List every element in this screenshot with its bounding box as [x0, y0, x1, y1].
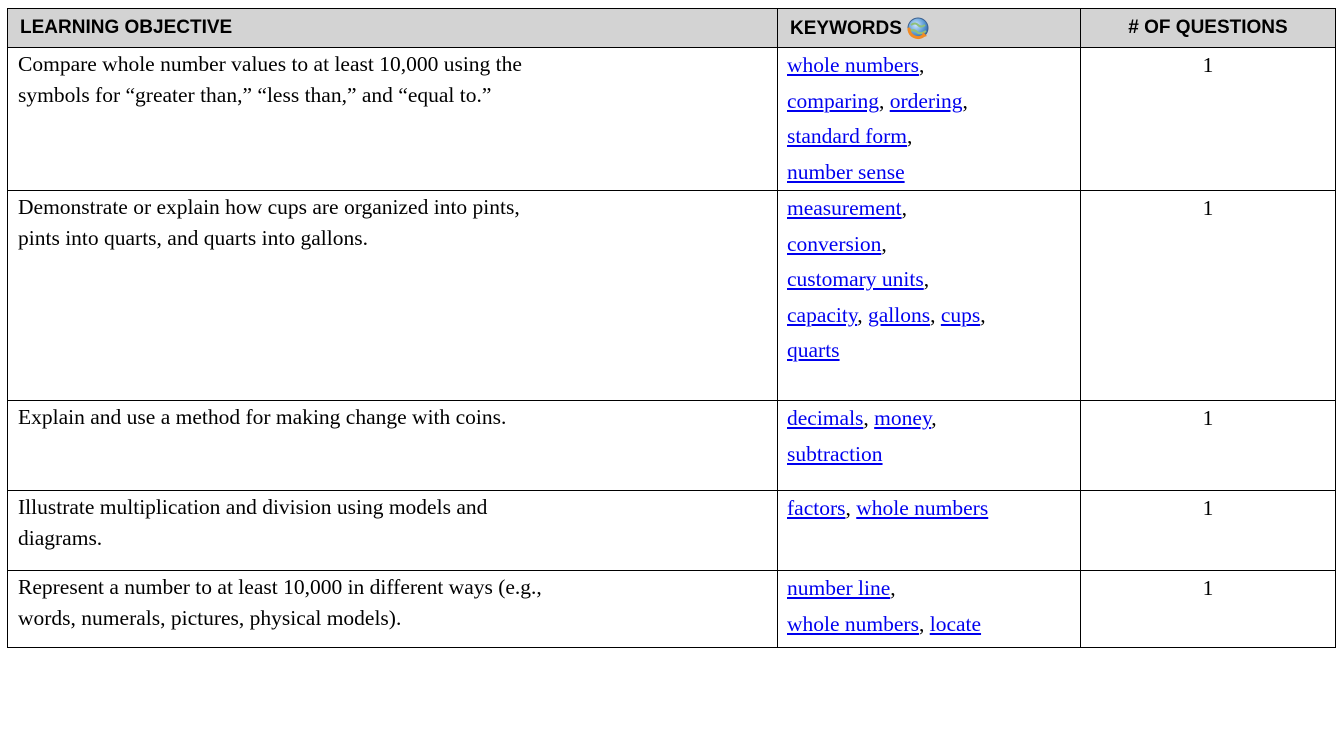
keyword-separator: ,: [857, 302, 868, 327]
table-row: Compare whole number values to at least …: [7, 47, 1336, 191]
keyword-line: comparing, ordering,: [787, 84, 1070, 120]
keyword-link[interactable]: money: [874, 406, 931, 430]
keyword-link[interactable]: standard form: [787, 124, 907, 148]
objective-cell: Compare whole number values to at least …: [7, 47, 778, 191]
keyword-link[interactable]: gallons: [868, 303, 930, 327]
keyword-link[interactable]: capacity: [787, 303, 857, 327]
keywords-column-header: KEYWORDS: [777, 8, 1081, 48]
keyword-link[interactable]: cups: [941, 303, 980, 327]
keyword-line: factors, whole numbers: [787, 491, 1070, 527]
questions-column-header: # OF QUESTIONS: [1080, 8, 1336, 48]
keyword-separator: ,: [923, 267, 930, 291]
learning-objectives-table: LEARNING OBJECTIVE KEYWORDS # OF QUESTIO…: [7, 8, 1336, 648]
keyword-separator: ,: [845, 496, 857, 520]
keyword-line: standard form,: [787, 119, 1070, 155]
keywords-header-label: KEYWORDS: [790, 18, 902, 39]
keyword-link[interactable]: measurement: [787, 196, 902, 220]
keyword-separator: ,: [930, 302, 941, 327]
keyword-link[interactable]: comparing: [787, 89, 879, 113]
keyword-link[interactable]: number line: [787, 576, 890, 600]
keyword-separator: ,: [901, 196, 907, 220]
table-row: Illustrate multiplication and division u…: [7, 490, 1336, 571]
keyword-separator: ,: [890, 576, 896, 600]
keyword-link[interactable]: ordering: [890, 89, 963, 113]
keyword-separator: ,: [962, 88, 968, 113]
keyword-separator: ,: [907, 124, 913, 148]
objective-text-line: words, numerals, pictures, physical mode…: [18, 606, 402, 630]
keyword-separator: ,: [918, 53, 925, 77]
keyword-line: subtraction: [787, 437, 1070, 473]
table-row: Represent a number to at least 10,000 in…: [7, 570, 1336, 648]
keyword-link[interactable]: whole numbers: [787, 612, 919, 636]
table-header: LEARNING OBJECTIVE KEYWORDS # OF QUESTIO…: [7, 8, 1336, 48]
objective-cell: Explain and use a method for making chan…: [7, 400, 778, 491]
questions-count-cell: 1: [1080, 47, 1336, 191]
questions-count-cell: 1: [1080, 190, 1336, 401]
objective-text-line: diagrams.: [18, 526, 103, 550]
globe-refresh-icon[interactable]: [906, 16, 930, 40]
keyword-line: quarts: [787, 333, 1070, 369]
keyword-line: measurement,: [787, 191, 1070, 227]
objective-column-header: LEARNING OBJECTIVE: [7, 8, 778, 48]
keyword-separator: ,: [918, 611, 930, 636]
keyword-separator: ,: [931, 406, 937, 430]
keyword-link[interactable]: conversion: [787, 232, 881, 256]
objective-text-line: symbols for “greater than,” “less than,”…: [18, 83, 492, 107]
keyword-line: capacity, gallons, cups,: [787, 298, 1070, 334]
keyword-line: number sense: [787, 155, 1070, 191]
keyword-link[interactable]: number sense: [787, 160, 905, 184]
table-row: Explain and use a method for making chan…: [7, 400, 1336, 491]
keyword-link[interactable]: decimals: [787, 406, 863, 430]
questions-count-cell: 1: [1080, 400, 1336, 491]
objective-text-line: Explain and use a method for making chan…: [18, 405, 507, 429]
keyword-link[interactable]: factors: [787, 496, 846, 520]
keyword-separator: ,: [878, 88, 890, 113]
questions-count-cell: 1: [1080, 570, 1336, 648]
keywords-cell: number line, whole numbers, locate: [777, 570, 1081, 648]
keyword-line: whole numbers, locate: [787, 607, 1070, 643]
questions-count-cell: 1: [1080, 490, 1336, 571]
keyword-link[interactable]: whole numbers: [856, 496, 988, 520]
objective-text-line: Illustrate multiplication and division u…: [18, 495, 488, 519]
objective-cell: Demonstrate or explain how cups are orga…: [7, 190, 778, 401]
objective-cell: Illustrate multiplication and division u…: [7, 490, 778, 571]
keyword-line: customary units,: [787, 262, 1070, 298]
objective-text-line: Demonstrate or explain how cups are orga…: [18, 195, 520, 219]
header-row: LEARNING OBJECTIVE KEYWORDS # OF QUESTIO…: [7, 8, 1336, 48]
keyword-separator: ,: [863, 406, 875, 430]
keyword-line: number line,: [787, 571, 1070, 607]
objective-text-line: pints into quarts, and quarts into gallo…: [18, 226, 368, 250]
keywords-cell: measurement, conversion, customary units, c…: [777, 190, 1081, 401]
keywords-cell: whole numbers, comparing, ordering, standa…: [777, 47, 1081, 191]
keyword-separator: ,: [980, 302, 986, 327]
keyword-line: conversion,: [787, 227, 1070, 263]
keyword-line: whole numbers,: [787, 48, 1070, 84]
keyword-link[interactable]: customary units: [787, 267, 924, 291]
objective-cell: Represent a number to at least 10,000 in…: [7, 570, 778, 648]
keywords-cell: decimals, money, subtraction: [777, 400, 1081, 491]
table-row: Demonstrate or explain how cups are orga…: [7, 190, 1336, 401]
objective-text-line: Represent a number to at least 10,000 in…: [18, 575, 542, 599]
table-body: Compare whole number values to at least …: [7, 47, 1336, 648]
keyword-link[interactable]: locate: [930, 612, 981, 636]
objective-header-label: LEARNING OBJECTIVE: [20, 17, 233, 38]
keyword-link[interactable]: whole numbers: [787, 53, 919, 77]
objective-text-line: Compare whole number values to at least …: [18, 52, 522, 76]
keyword-link[interactable]: subtraction: [787, 442, 883, 466]
keyword-link[interactable]: quarts: [787, 338, 840, 362]
learning-objectives-table-container: LEARNING OBJECTIVE KEYWORDS # OF QUESTIO…: [7, 8, 1336, 648]
keywords-cell: factors, whole numbers: [777, 490, 1081, 571]
questions-header-label: # OF QUESTIONS: [1128, 17, 1288, 38]
keyword-line: decimals, money,: [787, 401, 1070, 437]
keyword-separator: ,: [881, 231, 887, 256]
